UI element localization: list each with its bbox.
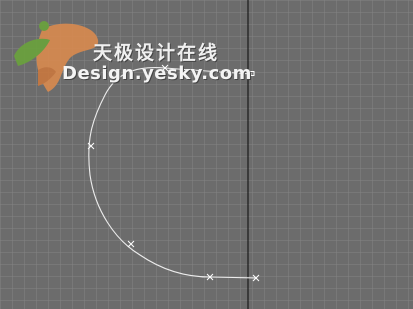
watermark-title: 天极设计在线 xyxy=(93,42,220,64)
viewport[interactable]: 天极设计在线 Design.yesky.com xyxy=(0,0,413,309)
vertex-markers xyxy=(87,64,260,282)
spline-curve[interactable] xyxy=(88,67,257,279)
watermark-url: Design.yesky.com xyxy=(62,63,252,84)
vertex-marker[interactable] xyxy=(127,240,135,248)
